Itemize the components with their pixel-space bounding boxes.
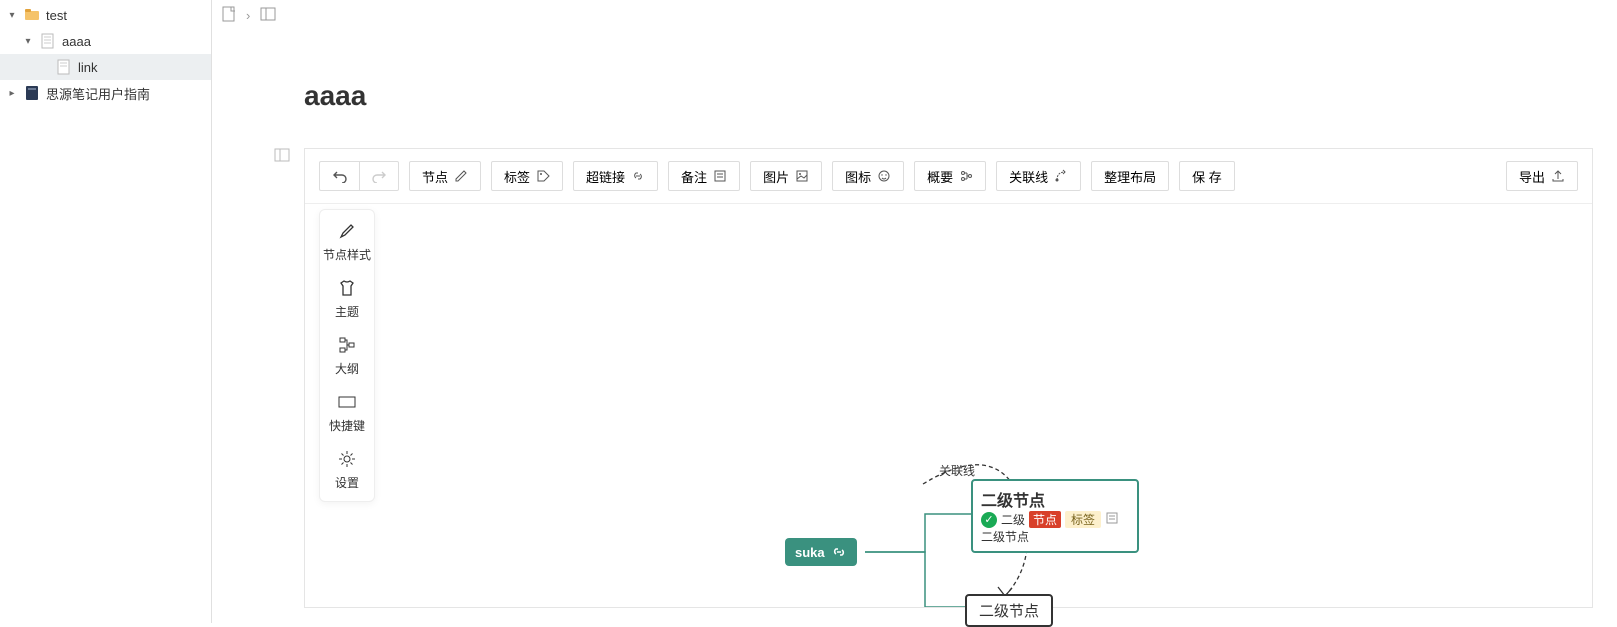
relation-label[interactable]: 关联线 [939, 462, 975, 479]
folder-icon [24, 7, 40, 23]
block-handle-icon[interactable] [274, 148, 290, 165]
note-button[interactable]: 备注 [668, 161, 740, 191]
mindmap-container: 节点 标签 超链接 备注 [304, 148, 1593, 608]
doc-icon [40, 33, 56, 49]
tree-item-label: 思源笔记用户指南 [46, 84, 150, 103]
undo-button[interactable] [319, 161, 359, 191]
chevron-down-icon: ▾ [22, 36, 34, 47]
link-icon [831, 544, 847, 560]
tree-item-label: aaaa [62, 34, 91, 49]
breadcrumb: › [212, 0, 1617, 30]
mindmap-toolbar: 节点 标签 超链接 备注 [305, 149, 1592, 204]
tree-item-label: test [46, 8, 67, 23]
tree-item-link[interactable]: link [0, 54, 211, 80]
mindmap-root-node[interactable]: suka [785, 538, 857, 566]
mindmap-node-1[interactable]: 二级节点 ✓ 二级节点 标签 二级节点 [971, 479, 1139, 553]
export-icon [1551, 169, 1565, 183]
relation-button[interactable]: 关联线 [996, 161, 1081, 191]
undo-icon [332, 169, 348, 183]
chevron-right-icon: › [246, 8, 250, 23]
mindmap-node-2[interactable]: 二级节点 [965, 594, 1053, 627]
redo-button[interactable] [359, 161, 399, 191]
link-icon [631, 169, 645, 183]
hyperlink-button[interactable]: 超链接 [573, 161, 658, 191]
note-icon [713, 169, 727, 183]
tree-item-guide[interactable]: ▸ 思源笔记用户指南 [0, 80, 211, 106]
tag-icon [536, 169, 550, 183]
mindmap-canvas[interactable]: 关联线 suka 二级节点 ✓ 二级节点 标签 二级节点 [305, 204, 1592, 607]
book-icon [24, 85, 40, 101]
smile-icon [877, 169, 891, 183]
chevron-down-icon: ▾ [6, 10, 18, 21]
export-button[interactable]: 导出 [1506, 161, 1578, 191]
icon-button[interactable]: 图标 [832, 161, 904, 191]
tag-chip: 标签 [1065, 511, 1101, 528]
relation-icon [1054, 169, 1068, 183]
layout-icon[interactable] [260, 7, 276, 24]
save-button[interactable]: 保 存 [1179, 161, 1235, 191]
summary-icon [959, 169, 973, 183]
doc-icon [56, 59, 72, 75]
page-title[interactable]: aaaa [304, 80, 1593, 112]
pencil-icon [454, 169, 468, 183]
tree-item-test[interactable]: ▾ test [0, 2, 211, 28]
chevron-right-icon: ▸ [6, 88, 18, 99]
main-area: › aaaa [212, 0, 1617, 623]
tree-item-label: link [78, 60, 98, 75]
node-button[interactable]: 节点 [409, 161, 481, 191]
redo-icon [371, 169, 387, 183]
image-button[interactable]: 图片 [750, 161, 822, 191]
summary-button[interactable]: 概要 [914, 161, 986, 191]
image-icon [795, 169, 809, 183]
file-tree-sidebar: ▾ test ▾ aaaa link ▸ 思源笔记用户指南 [0, 0, 212, 623]
tree-item-aaaa[interactable]: ▾ aaaa [0, 28, 211, 54]
content-area: aaaa 节点 [212, 30, 1617, 623]
check-icon: ✓ [981, 512, 997, 528]
note-icon [1105, 511, 1119, 528]
mindmap-connectors [305, 204, 1592, 607]
layout-button[interactable]: 整理布局 [1091, 161, 1169, 191]
tag-button[interactable]: 标签 [491, 161, 563, 191]
doc-icon[interactable] [222, 6, 236, 25]
